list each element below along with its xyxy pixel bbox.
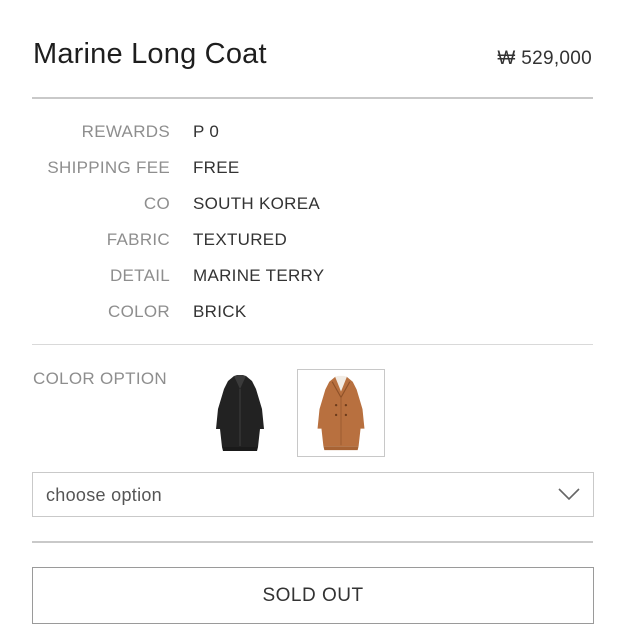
option-select[interactable]: choose option [32,472,594,517]
spec-value: FREE [193,158,240,177]
coat-black-image [216,375,264,451]
spec-label: COLOR [108,302,170,321]
spec-label: REWARDS [81,122,170,141]
spec-row-color: COLOR BRICK [0,302,625,326]
spec-row-detail: DETAIL MARINE TERRY [0,266,625,290]
spec-label: FABRIC [106,230,170,249]
spec-label: CO [143,194,170,213]
spec-row-co: CO SOUTH KOREA [0,194,625,218]
spec-value: TEXTURED [193,230,288,249]
product-title: Marine Long Coat [33,38,267,70]
spec-value: SOUTH KOREA [193,194,321,213]
color-option-label: COLOR OPTION [33,369,167,388]
spec-value: MARINE TERRY [193,266,325,285]
swatch-black-coat[interactable] [196,369,284,457]
coat-brick-image [317,375,365,451]
option-select-placeholder: choose option [46,485,162,505]
spec-label: DETAIL [109,266,170,285]
spec-label: SHIPPING FEE [47,158,170,177]
swatch-brick-coat[interactable] [297,369,385,457]
spec-value: P 0 [193,122,220,141]
spec-row-fabric: FABRIC TEXTURED [0,230,625,254]
divider [32,541,593,543]
divider [32,97,593,99]
sold-out-button[interactable]: SOLD OUT [32,567,594,624]
spec-value: BRICK [193,302,247,321]
divider [32,344,593,345]
spec-row-rewards: REWARDS P 0 [0,122,625,146]
chevron-down-icon [558,488,580,501]
product-price: ₩ 529,000 [497,48,592,69]
spec-row-shipping-fee: SHIPPING FEE FREE [0,158,625,182]
